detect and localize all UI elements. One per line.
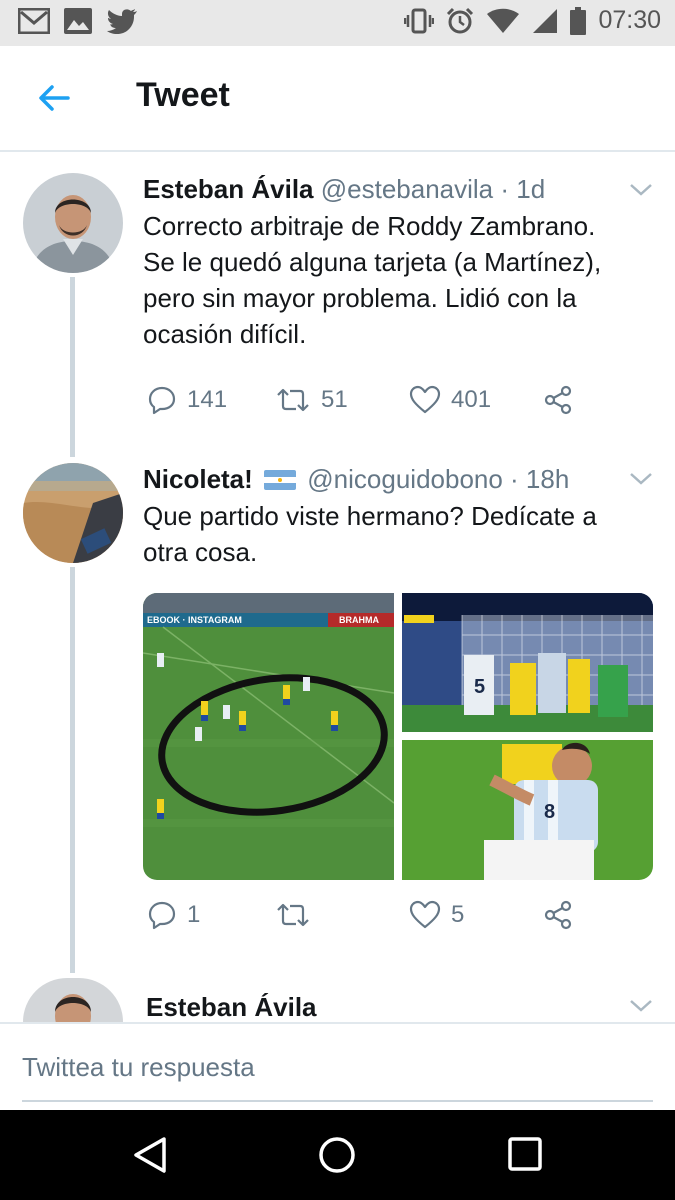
author-name[interactable]: Nicoleta! — [143, 464, 253, 494]
heart-icon — [409, 900, 441, 929]
player-number: 5 — [474, 676, 485, 698]
retweet-icon — [277, 388, 309, 412]
retweet-button[interactable] — [275, 900, 311, 930]
reply-icon — [148, 901, 176, 930]
media-grid: EBOOK · INSTAGRAM BRAHMA 5 8 — [143, 593, 653, 880]
reply-input[interactable]: Twittea tu respuesta — [22, 1052, 255, 1083]
like-count: 5 — [451, 901, 465, 928]
signal-icon — [533, 8, 558, 33]
author-name[interactable]: Esteban Ávila — [143, 174, 314, 204]
alarm-icon — [447, 7, 474, 33]
tweet-text: Correcto arbitraje de Roddy Zambrano. Se… — [143, 208, 648, 352]
status-bar: 07:30 — [0, 0, 675, 46]
author-meta: @estebanavila · 1d — [320, 174, 546, 204]
chevron-down-icon[interactable] — [629, 999, 653, 1013]
share-button[interactable] — [543, 385, 573, 415]
navigation-bar — [0, 1110, 675, 1200]
share-button[interactable] — [543, 900, 573, 930]
retweet-count: 51 — [321, 386, 348, 413]
tweet-text-line: Se le quedó alguna tarjeta (a Martínez), — [143, 247, 602, 277]
player-number: 8 — [544, 801, 555, 823]
back-arrow-icon[interactable] — [34, 78, 74, 118]
tweet-header: Esteban Ávila — [146, 992, 317, 1023]
twitter-icon — [107, 9, 137, 34]
avatar[interactable] — [23, 463, 123, 563]
reply-button[interactable]: 1 — [147, 900, 200, 930]
retweet-icon — [277, 903, 309, 927]
tweet-actions: 141 51 401 — [143, 385, 633, 421]
thread-line — [70, 567, 75, 973]
page-title: Tweet — [136, 76, 230, 114]
tweet-header: Nicoleta! @nicoguidobono · 18h — [143, 464, 569, 495]
banner-text-left: EBOOK · INSTAGRAM — [147, 615, 242, 625]
avatar[interactable] — [23, 978, 123, 1022]
reply-button[interactable]: 141 — [147, 385, 227, 415]
home-nav-icon[interactable] — [318, 1136, 356, 1174]
argentina-flag-icon — [264, 470, 297, 490]
recents-nav-icon[interactable] — [508, 1137, 542, 1171]
gmail-icon — [18, 8, 50, 34]
tweet-text-line: ocasión difícil. — [143, 319, 307, 349]
reply-bar: Twittea tu respuesta — [0, 1022, 675, 1112]
heart-icon — [409, 385, 441, 414]
status-time: 07:30 — [598, 6, 661, 34]
chevron-down-icon[interactable] — [629, 472, 653, 486]
thread-line — [70, 277, 75, 457]
like-count: 401 — [451, 386, 492, 413]
like-button[interactable]: 5 — [409, 900, 464, 930]
vibrate-icon — [404, 8, 435, 33]
gallery-icon — [64, 8, 92, 34]
reply-count: 141 — [187, 386, 228, 413]
share-icon — [544, 900, 572, 930]
reply-count: 1 — [187, 901, 201, 928]
tweet-header: Esteban Ávila @estebanavila · 1d — [143, 174, 545, 205]
author-meta: @nicoguidobono · 18h — [307, 464, 570, 494]
like-button[interactable]: 401 — [409, 385, 491, 415]
avatar[interactable] — [23, 173, 123, 273]
chevron-down-icon[interactable] — [629, 183, 653, 197]
tweet-text-line: Correcto arbitraje de Roddy Zambrano. — [143, 211, 596, 241]
tweet-text-line: otra cosa. — [143, 537, 258, 567]
tweet-text-line: Que partido viste hermano? Dedícate a — [143, 501, 597, 531]
media-image[interactable]: 8 — [402, 740, 653, 880]
media-image[interactable]: 5 — [402, 593, 653, 732]
reply-icon — [148, 386, 176, 415]
wifi-icon — [487, 8, 520, 33]
tweet-actions: 1 5 — [143, 900, 633, 936]
tweet-text-line: pero sin mayor problema. Lidió con la — [143, 283, 577, 313]
divider — [22, 1100, 653, 1102]
retweet-button[interactable]: 51 — [275, 385, 348, 415]
banner-text-right: BRAHMA — [339, 615, 379, 625]
author-name[interactable]: Esteban Ávila — [146, 992, 317, 1022]
app-header: Tweet — [0, 46, 675, 152]
back-nav-icon[interactable] — [132, 1136, 168, 1174]
media-image[interactable]: EBOOK · INSTAGRAM BRAHMA — [143, 593, 395, 880]
battery-icon — [570, 6, 587, 35]
share-icon — [544, 385, 572, 415]
tweet-text: Que partido viste hermano? Dedícate a ot… — [143, 498, 648, 570]
